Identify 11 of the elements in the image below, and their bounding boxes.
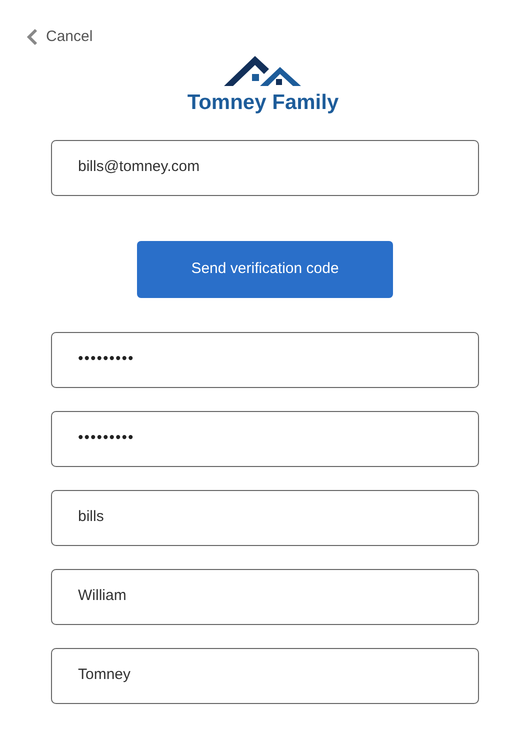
logo-title: Tomney Family — [187, 90, 339, 114]
cancel-link[interactable]: Cancel — [26, 26, 93, 48]
input-field[interactable]: William — [51, 568, 479, 624]
send-code-button[interactable]: Send verification code — [137, 240, 393, 298]
password-field[interactable]: ••••••••• — [51, 410, 479, 466]
houses-logo-icon — [224, 54, 302, 86]
password-field[interactable]: ••••••••• — [51, 332, 479, 388]
back-chevron-icon — [26, 28, 38, 46]
input-field[interactable]: bills — [51, 490, 479, 546]
input-field[interactable]: Tomney — [51, 648, 479, 704]
input-field[interactable]: bills@tomney.com — [51, 140, 479, 196]
